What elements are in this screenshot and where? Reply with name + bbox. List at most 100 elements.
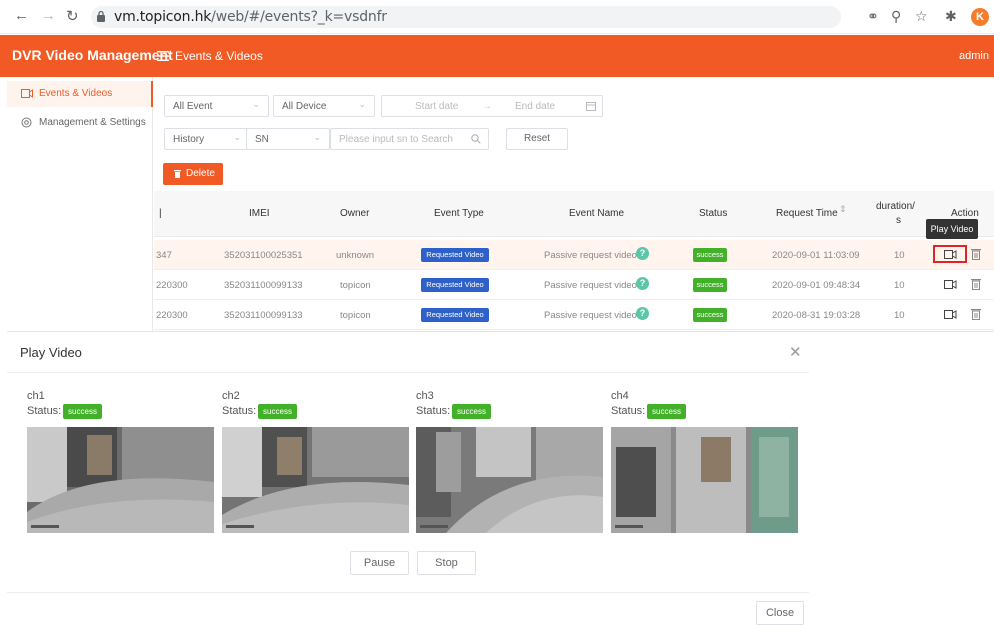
cell-duration: 10 (894, 280, 905, 291)
video-camera-icon (944, 250, 957, 259)
header-breadcrumb: Events & Videos (175, 49, 263, 63)
cell-sn: 347 (156, 250, 172, 261)
menu-icon[interactable] (157, 51, 169, 61)
close-button[interactable]: Close (756, 601, 804, 625)
camera-feed-ch2[interactable] (222, 427, 409, 533)
cell-request-time: 2020-09-01 11:03:09 (772, 250, 860, 261)
reload-icon[interactable]: ↻ (66, 7, 79, 25)
column-header-status: Status (699, 208, 728, 219)
table-row[interactable]: 220300 352031100099133 topicon Requested… (154, 300, 994, 330)
mode-select[interactable]: History ⌄ (164, 128, 250, 150)
column-header-duration: duration/ (876, 201, 915, 212)
column-header-imei: IMEI (249, 208, 270, 219)
play-video-button[interactable] (933, 245, 967, 263)
camera-feed-ch3[interactable] (416, 427, 603, 533)
event-type-badge: Requested Video (421, 248, 489, 262)
column-header-sn: | (159, 208, 162, 219)
stop-button[interactable]: Stop (417, 551, 476, 575)
pause-button[interactable]: Pause (350, 551, 409, 575)
channel-status-badge: success (258, 404, 297, 419)
search-field-value: SN (255, 134, 269, 145)
key-icon[interactable]: ⚭ (867, 8, 879, 25)
event-type-badge: Requested Video (421, 308, 489, 322)
video-camera-icon[interactable] (944, 280, 957, 289)
sort-icon[interactable]: ⇕ (839, 204, 847, 215)
channel-status-badge: success (647, 404, 686, 419)
trash-icon[interactable] (971, 248, 981, 260)
help-icon[interactable]: ? (636, 307, 649, 320)
cell-owner: topicon (340, 310, 371, 321)
sidebar-item-events-videos[interactable]: Events & Videos (7, 81, 153, 107)
search-field-select[interactable]: SN ⌄ (246, 128, 330, 150)
star-icon[interactable]: ☆ (915, 8, 928, 25)
profile-avatar[interactable]: K (971, 8, 989, 26)
device-select[interactable]: All Device ⌄ (273, 95, 375, 117)
channel-label: ch1 (27, 390, 45, 402)
column-header-event-type: Event Type (434, 208, 484, 219)
event-type-select[interactable]: All Event ⌄ (164, 95, 269, 117)
modal-header-divider (7, 372, 809, 373)
sidebar-item-management-settings[interactable]: Management & Settings (7, 110, 153, 136)
modal-top-divider (7, 331, 994, 332)
camera-feed-ch4[interactable] (611, 427, 798, 533)
forward-arrow-icon[interactable]: → (41, 7, 56, 24)
reset-button[interactable]: Reset (506, 128, 568, 150)
channel-label: ch2 (222, 390, 240, 402)
sidebar-item-label: Management & Settings (39, 117, 146, 128)
zoom-icon[interactable]: ⚲ (891, 8, 901, 25)
search-placeholder: Please input sn to Search (339, 134, 453, 145)
chevron-down-icon: ⌄ (313, 132, 321, 142)
status-badge: success (693, 248, 727, 262)
video-camera-icon[interactable] (944, 310, 957, 319)
browser-toolbar: ← → ↻ vm.topicon.hk/web/#/events?_k=vsdn… (0, 0, 994, 34)
puzzle-icon[interactable]: ✱ (945, 8, 957, 25)
delete-label: Delete (186, 168, 215, 179)
end-date-input[interactable]: End date (515, 101, 555, 112)
cell-duration: 10 (894, 250, 905, 261)
sidebar-item-label: Events & Videos (39, 88, 113, 99)
event-type-value: All Event (173, 101, 213, 112)
channel-label: ch3 (416, 390, 434, 402)
start-date-input[interactable]: Start date (415, 101, 458, 112)
chevron-down-icon: ⌄ (233, 132, 241, 142)
trash-icon[interactable] (971, 278, 981, 290)
chevron-down-icon: ⌄ (252, 99, 260, 109)
camera-feed-ch1[interactable] (27, 427, 214, 533)
table-header: | IMEI Owner Event Type Event Name Statu… (154, 191, 994, 237)
channel-status-label: Status: (27, 405, 62, 417)
search-icon[interactable] (471, 134, 481, 144)
user-menu[interactable]: admin (959, 50, 989, 62)
url-path: /web/#/events?_k=vsdnfr (211, 9, 387, 25)
cell-sn: 220300 (156, 280, 188, 291)
cell-imei: 352031100025351 (224, 250, 303, 261)
app-header: DVR Video Management Events & Videos adm… (0, 35, 994, 77)
cell-owner: unknown (336, 250, 375, 261)
channel-status-badge: success (63, 404, 102, 419)
gear-icon (21, 117, 32, 128)
trash-icon[interactable] (971, 308, 981, 320)
cell-imei: 352031100099133 (224, 310, 303, 321)
date-range-picker[interactable]: Start date → End date (381, 95, 603, 117)
delete-button[interactable]: Delete (163, 163, 223, 185)
column-header-request-time[interactable]: Request Time (776, 208, 838, 219)
back-arrow-icon[interactable]: ← (14, 7, 29, 24)
help-icon[interactable]: ? (636, 247, 649, 260)
cell-sn: 220300 (156, 310, 188, 321)
table-row[interactable]: 347 352031100025351 unknown Requested Vi… (154, 240, 994, 270)
help-icon[interactable]: ? (636, 277, 649, 290)
table-row[interactable]: 220300 352031100099133 topicon Requested… (154, 270, 994, 300)
search-input[interactable]: Please input sn to Search (330, 128, 489, 150)
lock-icon (97, 10, 105, 22)
url-host: vm.topicon.hk (114, 9, 212, 25)
cell-imei: 352031100099133 (224, 280, 303, 291)
channel-status-badge: success (452, 404, 491, 419)
cell-owner: topicon (340, 280, 371, 291)
channel-status-label: Status: (416, 405, 451, 417)
cell-event-name: Passive request video (544, 250, 637, 261)
cell-event-name: Passive request video (544, 280, 637, 291)
channel-status-label: Status: (222, 405, 257, 417)
mode-value: History (173, 134, 205, 145)
status-badge: success (693, 308, 727, 322)
cell-request-time: 2020-09-01 09:48:34 (772, 280, 861, 291)
close-icon[interactable]: ✕ (789, 343, 802, 361)
